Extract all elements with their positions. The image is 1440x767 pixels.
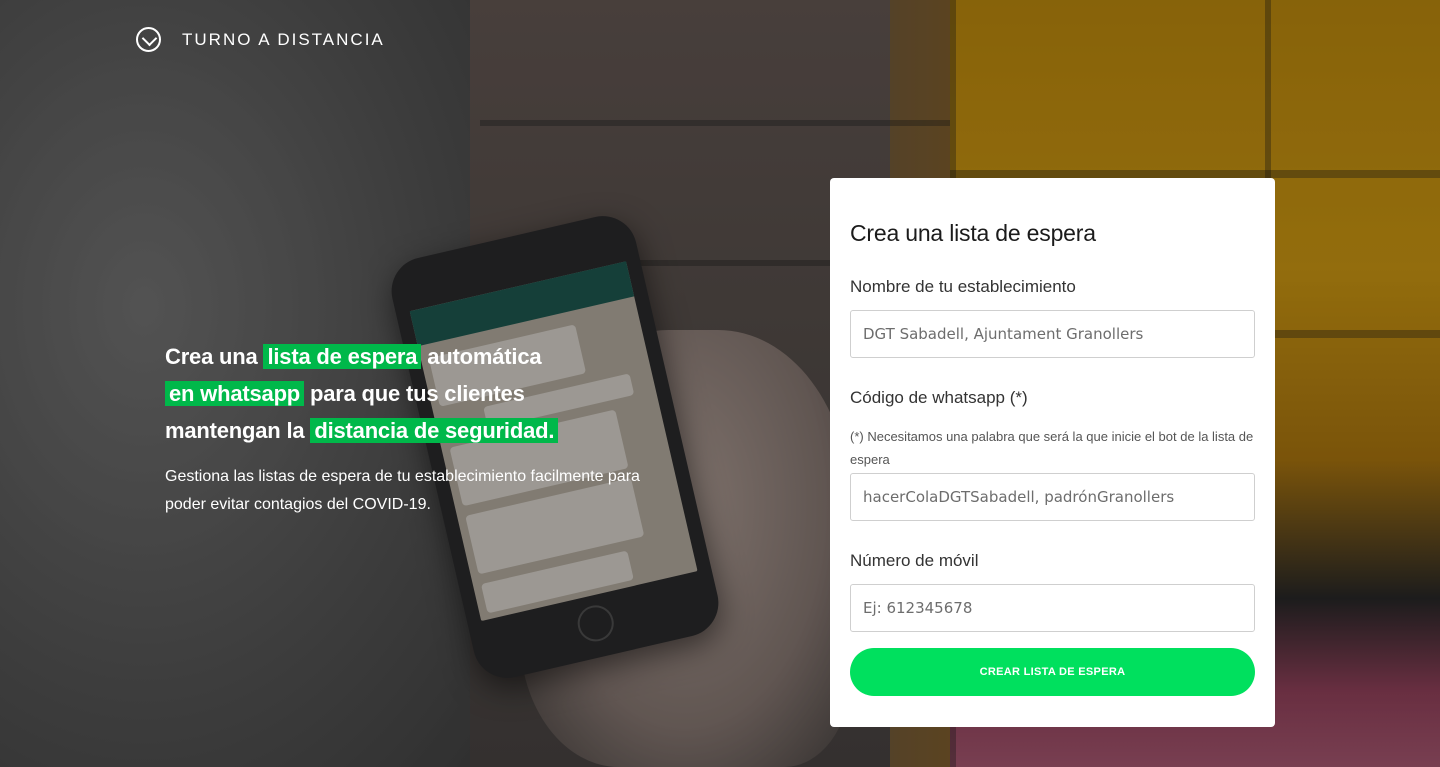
headline-highlight: en whatsapp [165, 381, 305, 406]
headline-highlight: distancia de seguridad. [310, 418, 559, 443]
hero-headline: Crea una lista de espera automática en w… [165, 338, 765, 449]
chevron-circle-icon [136, 27, 161, 52]
brand-logo[interactable]: TURNO A DISTANCIA [136, 27, 385, 52]
whatsapp-code-hint: (*) Necesitamos una palabra que será la … [850, 429, 1254, 467]
headline-text: Crea una [165, 344, 258, 369]
create-list-button[interactable]: CREAR LISTA DE ESPERA [850, 648, 1255, 696]
whatsapp-code-label: Código de whatsapp (*) [850, 388, 1028, 407]
brand-name: TURNO A DISTANCIA [182, 29, 385, 49]
headline-text: automática [427, 344, 542, 369]
hero-section: Crea una lista de espera automática en w… [165, 338, 765, 519]
mobile-number-input[interactable] [850, 584, 1255, 632]
create-list-form: Crea una lista de espera Nombre de tu es… [830, 178, 1275, 727]
headline-text: para que tus clientes [309, 381, 525, 406]
hero-description: Gestiona las listas de espera de tu esta… [165, 468, 640, 513]
form-title: Crea una lista de espera [850, 220, 1096, 246]
headline-text: mantengan la [165, 418, 305, 443]
establishment-name-input[interactable] [850, 310, 1255, 358]
establishment-name-label: Nombre de tu establecimiento [850, 277, 1076, 296]
headline-highlight: lista de espera [263, 344, 422, 369]
whatsapp-code-input[interactable] [850, 473, 1255, 521]
mobile-number-label: Número de móvil [850, 551, 979, 570]
